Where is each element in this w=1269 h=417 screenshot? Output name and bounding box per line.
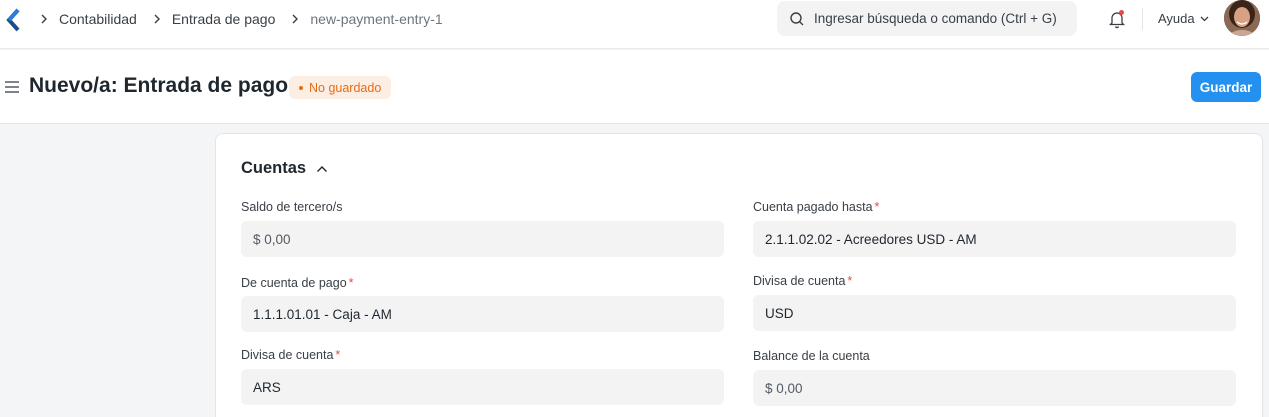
account-balance-field: $ 0,00 xyxy=(753,370,1236,406)
page-title: Nuevo/a: Entrada de pago xyxy=(29,74,289,97)
breadcrumb-item-accounting[interactable]: Contabilidad xyxy=(59,11,137,27)
app-logo-icon[interactable] xyxy=(6,8,22,32)
party-balance-label: Saldo de tercero/s xyxy=(241,200,343,214)
paid-from-field[interactable]: 1.1.1.01.01 - Caja - AM xyxy=(241,296,724,332)
search-input[interactable] xyxy=(814,11,1076,26)
status-badge-label: No guardado xyxy=(309,80,382,95)
chevron-down-icon xyxy=(1200,16,1209,21)
search-bar[interactable] xyxy=(777,1,1077,36)
chevron-up-icon[interactable] xyxy=(316,165,328,173)
account-balance-label: Balance de la cuenta xyxy=(753,349,870,363)
help-label: Ayuda xyxy=(1158,11,1195,26)
user-avatar[interactable] xyxy=(1224,0,1260,36)
party-balance-field: $ 0,00 xyxy=(241,221,724,257)
breadcrumb-item-payment-entry[interactable]: Entrada de pago xyxy=(172,11,276,27)
paid-from-label: De cuenta de pago * xyxy=(241,276,354,290)
status-dot xyxy=(299,85,303,90)
form-section-card: Cuentas Saldo de tercero/s $ 0,00 De cue… xyxy=(215,133,1263,417)
status-badge: No guardado xyxy=(289,76,392,99)
help-dropdown[interactable]: Ayuda xyxy=(1158,11,1209,26)
notification-dot xyxy=(1119,10,1124,15)
section-title: Cuentas xyxy=(241,159,307,177)
navbar: Contabilidad Entrada de pago new-payment… xyxy=(0,0,1269,49)
breadcrumb: Contabilidad Entrada de pago new-payment… xyxy=(38,10,457,28)
paid-from-currency-field[interactable]: ARS xyxy=(241,369,724,405)
paid-to-label: Cuenta pagado hasta * xyxy=(753,200,880,214)
chevron-right-icon xyxy=(292,14,299,24)
paid-to-currency-field[interactable]: USD xyxy=(753,295,1236,331)
chevron-right-icon xyxy=(41,14,47,24)
page-head: Nuevo/a: Entrada de pago No guardado Gua… xyxy=(0,50,1269,124)
sidebar-toggle-icon[interactable] xyxy=(4,80,20,94)
breadcrumb-item-current: new-payment-entry-1 xyxy=(310,11,443,27)
chevron-right-icon xyxy=(154,14,160,24)
paid-from-currency-label: Divisa de cuenta * xyxy=(241,348,341,362)
paid-to-currency-label: Divisa de cuenta * xyxy=(753,274,853,288)
notification-bell-icon[interactable] xyxy=(1106,9,1128,29)
navbar-divider xyxy=(1142,8,1143,30)
search-icon xyxy=(790,11,804,25)
save-button[interactable]: Guardar xyxy=(1191,72,1261,102)
section-header[interactable]: Cuentas xyxy=(241,159,328,178)
paid-to-field[interactable]: 2.1.1.02.02 - Acreedores USD - AM xyxy=(753,221,1236,257)
